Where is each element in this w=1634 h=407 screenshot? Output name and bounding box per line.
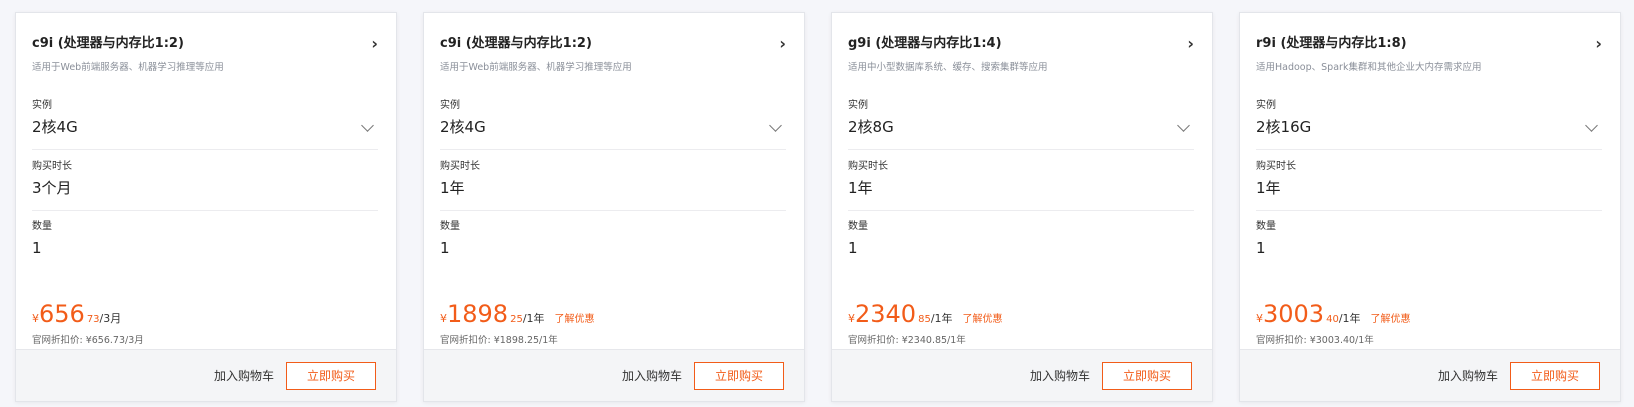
card-footer: 加入购物车 立即购买 bbox=[424, 349, 804, 401]
promo-link[interactable]: 了解优惠 bbox=[963, 314, 1003, 325]
quantity-label: 数量 bbox=[1256, 221, 1276, 232]
price: ¥3003 40/1年 了解优惠 bbox=[1256, 301, 1411, 327]
add-to-cart-button[interactable]: 加入购物车 bbox=[1438, 367, 1498, 384]
chevron-right-icon[interactable]: › bbox=[1595, 35, 1602, 53]
card-title: r9i (处理器与内存比1:8) bbox=[1256, 36, 1407, 51]
duration-value: 3个月 bbox=[32, 179, 72, 197]
instance-select[interactable]: 实例 2核8G bbox=[848, 99, 1194, 150]
chevron-right-icon[interactable]: › bbox=[1187, 35, 1194, 53]
card-description: 适用中小型数据库系统、缓存、搜索集群等应用 bbox=[848, 62, 1048, 73]
instance-value: 2核4G bbox=[440, 118, 486, 136]
price-unit: /3月 bbox=[99, 312, 122, 325]
duration-value: 1年 bbox=[1256, 179, 1281, 197]
instance-value: 2核4G bbox=[32, 118, 78, 136]
card-description: 适用Hadoop、Spark集群和其他企业大内存需求应用 bbox=[1256, 62, 1482, 73]
price-unit: /1年 bbox=[522, 312, 545, 325]
currency-symbol: ¥ bbox=[848, 312, 855, 325]
instance-select[interactable]: 实例 2核4G bbox=[440, 99, 786, 150]
duration-field: 购买时长 1年 bbox=[440, 160, 786, 211]
card-footer: 加入购物车 立即购买 bbox=[1240, 349, 1620, 401]
quantity-label: 数量 bbox=[848, 221, 868, 232]
quantity-value: 1 bbox=[848, 239, 858, 257]
quantity-value: 1 bbox=[1256, 239, 1266, 257]
card-title: g9i (处理器与内存比1:4) bbox=[848, 36, 1002, 51]
price-decimal: 40 bbox=[1326, 314, 1339, 325]
card-title: c9i (处理器与内存比1:2) bbox=[440, 36, 592, 51]
card-header: c9i (处理器与内存比1:2) › 适用于Web前端服务器、机器学习推理等应用 bbox=[440, 35, 786, 75]
quantity-field: 数量 1 bbox=[1256, 220, 1602, 258]
official-price: 官网折扣价: ¥1898.25/1年 bbox=[440, 335, 558, 346]
product-card: r9i (处理器与内存比1:8) › 适用Hadoop、Spark集群和其他企业… bbox=[1239, 12, 1621, 402]
price-decimal: 73 bbox=[86, 314, 100, 325]
chevron-right-icon[interactable]: › bbox=[371, 35, 378, 53]
price: ¥656 73/3月 bbox=[32, 301, 121, 327]
quantity-label: 数量 bbox=[32, 221, 52, 232]
instance-select[interactable]: 实例 2核16G bbox=[1256, 99, 1602, 150]
duration-label: 购买时长 bbox=[32, 161, 72, 172]
card-footer: 加入购物车 立即购买 bbox=[832, 349, 1212, 401]
duration-label: 购买时长 bbox=[848, 161, 888, 172]
quantity-value: 1 bbox=[440, 239, 450, 257]
price: ¥2340 85/1年 了解优惠 bbox=[848, 301, 1003, 327]
instance-label: 实例 bbox=[848, 100, 868, 111]
promo-link[interactable]: 了解优惠 bbox=[555, 314, 595, 325]
card-header: g9i (处理器与内存比1:4) › 适用中小型数据库系统、缓存、搜索集群等应用 bbox=[848, 35, 1194, 75]
quantity-field: 数量 1 bbox=[848, 220, 1194, 258]
card-description: 适用于Web前端服务器、机器学习推理等应用 bbox=[32, 62, 224, 73]
price-integer: 656 bbox=[39, 300, 85, 328]
promo-link[interactable]: 了解优惠 bbox=[1371, 314, 1411, 325]
chevron-right-icon[interactable]: › bbox=[779, 35, 786, 53]
price-decimal: 25 bbox=[510, 314, 523, 325]
duration-label: 购买时长 bbox=[440, 161, 480, 172]
product-card: c9i (处理器与内存比1:2) › 适用于Web前端服务器、机器学习推理等应用… bbox=[423, 12, 805, 402]
instance-label: 实例 bbox=[1256, 100, 1276, 111]
currency-symbol: ¥ bbox=[440, 312, 447, 325]
instance-label: 实例 bbox=[32, 100, 52, 111]
quantity-field: 数量 1 bbox=[32, 220, 378, 258]
add-to-cart-button[interactable]: 加入购物车 bbox=[1030, 367, 1090, 384]
price-unit: /1年 bbox=[1338, 312, 1361, 325]
add-to-cart-button[interactable]: 加入购物车 bbox=[622, 367, 682, 384]
duration-value: 1年 bbox=[440, 179, 465, 197]
buy-now-button[interactable]: 立即购买 bbox=[1510, 362, 1600, 390]
quantity-field: 数量 1 bbox=[440, 220, 786, 258]
duration-value: 1年 bbox=[848, 179, 873, 197]
card-footer: 加入购物车 立即购买 bbox=[16, 349, 396, 401]
duration-field: 购买时长 1年 bbox=[848, 160, 1194, 211]
price-integer: 2340 bbox=[855, 300, 917, 328]
price-integer: 1898 bbox=[447, 300, 509, 328]
add-to-cart-button[interactable]: 加入购物车 bbox=[214, 367, 274, 384]
instance-select[interactable]: 实例 2核4G bbox=[32, 99, 378, 150]
price: ¥1898 25/1年 了解优惠 bbox=[440, 301, 595, 327]
price-integer: 3003 bbox=[1263, 300, 1325, 328]
duration-field: 购买时长 3个月 bbox=[32, 160, 378, 211]
buy-now-button[interactable]: 立即购买 bbox=[694, 362, 784, 390]
official-price: 官网折扣价: ¥2340.85/1年 bbox=[848, 335, 966, 346]
buy-now-button[interactable]: 立即购买 bbox=[286, 362, 376, 390]
card-header: r9i (处理器与内存比1:8) › 适用Hadoop、Spark集群和其他企业… bbox=[1256, 35, 1602, 75]
quantity-label: 数量 bbox=[440, 221, 460, 232]
instance-value: 2核16G bbox=[1256, 118, 1312, 136]
currency-symbol: ¥ bbox=[32, 312, 39, 325]
duration-label: 购买时长 bbox=[1256, 161, 1296, 172]
product-card-row: c9i (处理器与内存比1:2) › 适用于Web前端服务器、机器学习推理等应用… bbox=[0, 0, 1634, 407]
product-card: c9i (处理器与内存比1:2) › 适用于Web前端服务器、机器学习推理等应用… bbox=[15, 12, 397, 402]
currency-symbol: ¥ bbox=[1256, 312, 1263, 325]
card-description: 适用于Web前端服务器、机器学习推理等应用 bbox=[440, 62, 632, 73]
price-decimal: 85 bbox=[918, 314, 931, 325]
instance-value: 2核8G bbox=[848, 118, 894, 136]
official-price: 官网折扣价: ¥656.73/3月 bbox=[32, 335, 144, 346]
buy-now-button[interactable]: 立即购买 bbox=[1102, 362, 1192, 390]
quantity-value: 1 bbox=[32, 239, 42, 257]
official-price: 官网折扣价: ¥3003.40/1年 bbox=[1256, 335, 1374, 346]
card-header: c9i (处理器与内存比1:2) › 适用于Web前端服务器、机器学习推理等应用 bbox=[32, 35, 378, 75]
price-unit: /1年 bbox=[930, 312, 953, 325]
card-title: c9i (处理器与内存比1:2) bbox=[32, 36, 184, 51]
product-card: g9i (处理器与内存比1:4) › 适用中小型数据库系统、缓存、搜索集群等应用… bbox=[831, 12, 1213, 402]
instance-label: 实例 bbox=[440, 100, 460, 111]
duration-field: 购买时长 1年 bbox=[1256, 160, 1602, 211]
